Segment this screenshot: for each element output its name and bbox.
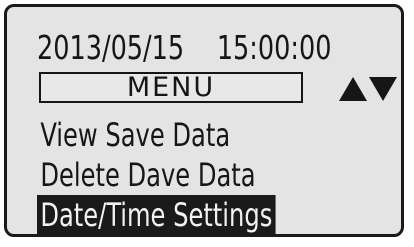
menu-title: MENU bbox=[39, 72, 303, 103]
date-readout: 2013/05/15 bbox=[37, 28, 185, 67]
menu-item-label: Date/Time Settings bbox=[40, 196, 273, 234]
time-readout: 15:00:00 bbox=[216, 28, 332, 67]
triangle-down-icon[interactable] bbox=[369, 77, 397, 101]
menu-item-view-save-data[interactable]: View Save Data bbox=[37, 115, 234, 155]
menu-item-delete-data[interactable]: Delete Dave Data bbox=[37, 155, 259, 195]
menu-item-label: View Save Data bbox=[40, 116, 231, 154]
menu-title-label: MENU bbox=[126, 72, 216, 103]
status-bar: 2013/05/15 15:00:00 bbox=[37, 27, 332, 69]
lcd-screen: 2013/05/15 15:00:00 MENU View Save Data D… bbox=[37, 28, 397, 235]
lcd-display-frame: 2013/05/15 15:00:00 MENU View Save Data D… bbox=[4, 4, 404, 237]
menu-item-label: Delete Dave Data bbox=[40, 156, 256, 194]
triangle-up-icon[interactable] bbox=[339, 77, 367, 101]
scroll-indicator bbox=[339, 75, 399, 101]
menu-item-date-time-settings[interactable]: Date/Time Settings bbox=[37, 195, 276, 235]
